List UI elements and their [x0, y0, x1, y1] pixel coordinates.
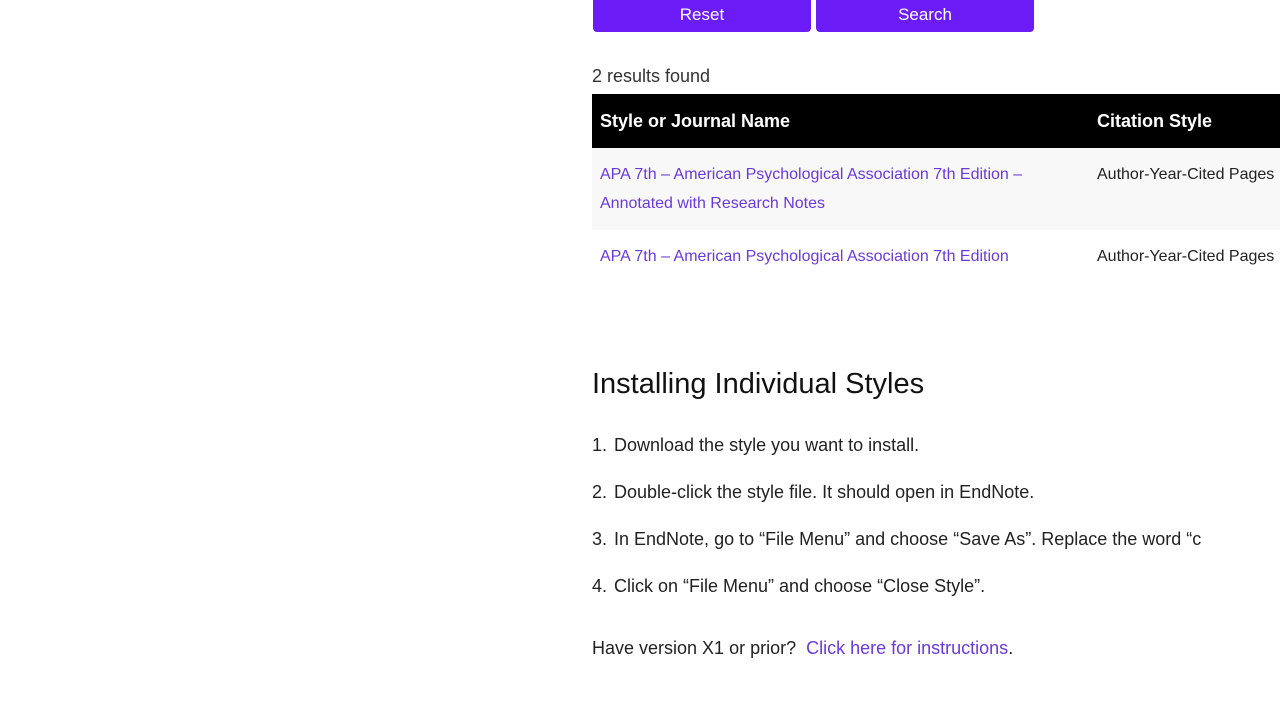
step-text: Download the style you want to install. [614, 435, 920, 455]
table-cell-style: Author-Year-Cited Pages [1089, 148, 1280, 230]
table-cell-name: APA 7th – American Psychological Associa… [592, 230, 1089, 283]
column-header-citation-style: Citation Style [1089, 94, 1280, 148]
instructions-link[interactable]: Click here for instructions [806, 638, 1008, 658]
table-cell-style: Author-Year-Cited Pages [1097, 248, 1275, 265]
style-link[interactable]: APA 7th – American Psychological Associa… [600, 248, 1009, 265]
step-number: 4. [592, 576, 608, 596]
step-text: In EndNote, go to “File Menu” and choose… [614, 529, 1202, 549]
table-header-row: Style or Journal Name Citation Style [592, 94, 1280, 148]
reset-button[interactable]: Reset [593, 0, 811, 32]
table-row: APA 7th – American Psychological Associa… [592, 148, 1280, 230]
list-item: 3. In EndNote, go to “File Menu” and choo… [592, 524, 1201, 571]
list-item: 4. Click on “File Menu” and choose “Close… [592, 571, 1201, 618]
list-item: 1. Download the style you want to install… [592, 430, 1201, 477]
results-count: 2 results found [592, 66, 711, 86]
step-text: Click on “File Menu” and choose “Close S… [614, 576, 986, 596]
style-link[interactable]: APA 7th – American Psychological Associa… [600, 166, 1022, 212]
section-heading: Installing Individual Styles [592, 368, 925, 400]
step-number: 3. [592, 529, 608, 549]
note-period: . [1008, 638, 1014, 658]
step-number: 1. [592, 435, 608, 455]
legacy-note: Have version X1 or prior? Click here for… [592, 638, 1013, 659]
search-button[interactable]: Search [816, 0, 1034, 32]
install-steps: 1. Download the style you want to install… [592, 430, 1201, 618]
note-text: Have version X1 or prior? [592, 638, 797, 658]
step-text: Double-click the style file. It should o… [614, 482, 1035, 502]
table-cell-name: APA 7th – American Psychological Associa… [592, 148, 1089, 230]
step-number: 2. [592, 482, 608, 502]
table-row: APA 7th – American Psychological Associa… [592, 230, 1280, 283]
list-item: 2. Double-click the style file. It should… [592, 477, 1201, 524]
column-header-name: Style or Journal Name [592, 94, 1089, 148]
results-table: Style or Journal Name Citation Style APA… [592, 94, 1280, 283]
